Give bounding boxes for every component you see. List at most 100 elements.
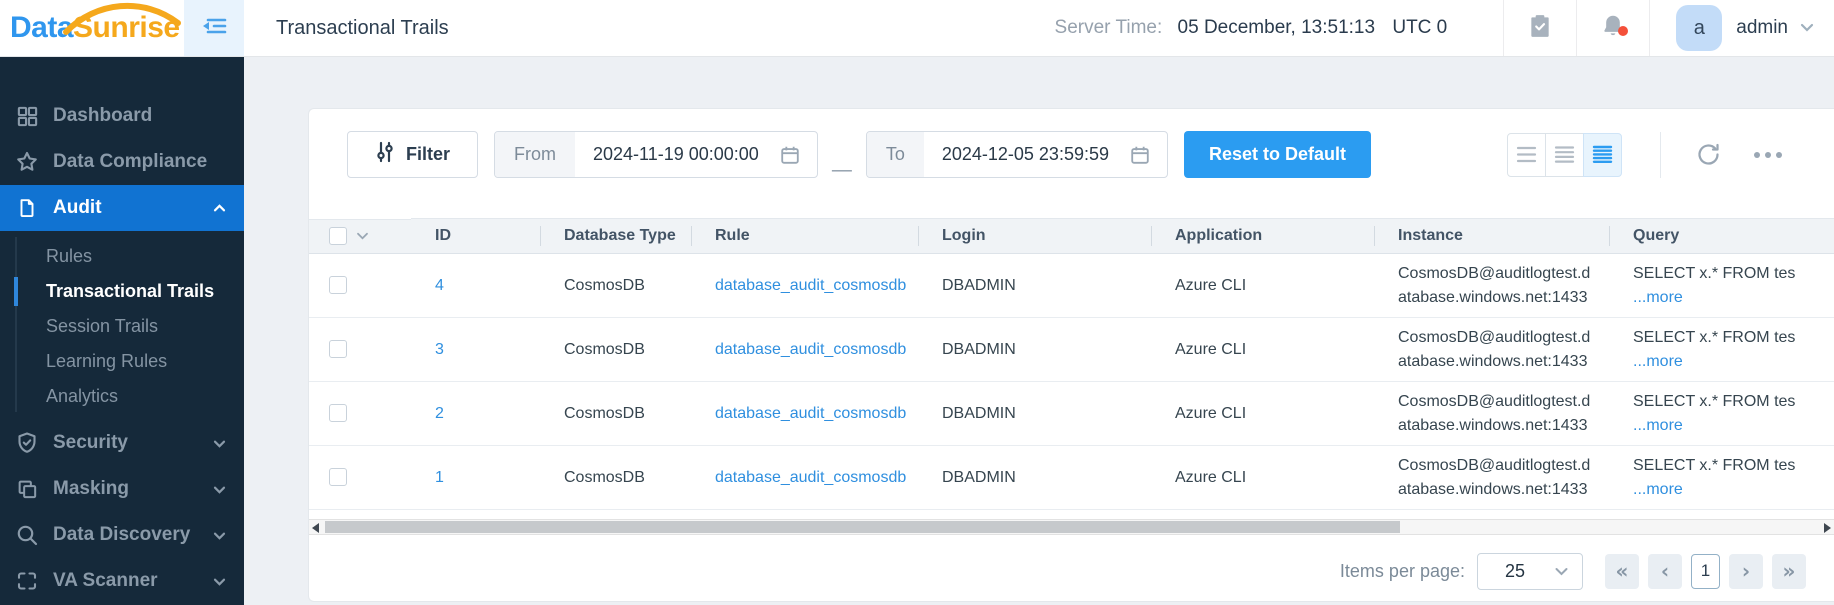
cell-database-type: CosmosDB [540, 381, 691, 446]
logo-text-data: Data [10, 11, 74, 44]
query-more-link[interactable]: ...more [1633, 353, 1683, 370]
select-all-checkbox[interactable] [329, 227, 347, 245]
items-per-page-label: Items per page: [1339, 560, 1465, 581]
calendar-icon[interactable] [779, 144, 801, 166]
scrollbar-thumb[interactable] [325, 521, 1401, 533]
reset-to-default-button[interactable]: Reset to Default [1184, 131, 1372, 178]
row-id-link[interactable]: 2 [435, 405, 444, 422]
first-page-button[interactable]: « [1605, 553, 1639, 589]
sidebar-item-transactional-trails[interactable]: Transactional Trails [0, 274, 244, 309]
cell-query: SELECT x.* FROM tes ...more [1609, 317, 1834, 382]
row-checkbox[interactable] [329, 468, 347, 487]
layers-icon [14, 476, 40, 502]
row-checkbox[interactable] [329, 340, 347, 359]
previous-page-button[interactable]: ‹ [1648, 553, 1682, 589]
sidebar-item-session-trails[interactable]: Session Trails [0, 309, 244, 344]
logo-text-sunrise: Sunrise [73, 11, 180, 44]
density-compact-button[interactable] [1583, 132, 1622, 177]
column-header-query[interactable]: Query [1609, 218, 1834, 254]
next-page-button[interactable]: › [1729, 553, 1763, 589]
rule-link[interactable]: database_audit_cosmosdb [715, 469, 906, 486]
column-header-rule[interactable]: Rule [691, 218, 918, 254]
rule-link[interactable]: database_audit_cosmosdb [715, 277, 906, 294]
items-per-page-select[interactable]: 25 [1477, 552, 1583, 590]
scan-icon [14, 568, 40, 594]
shield-icon [14, 430, 40, 456]
menu-fold-icon [199, 11, 229, 46]
sidebar-item-label: Masking [53, 478, 130, 499]
column-header-id[interactable]: ID [411, 218, 540, 254]
table-header-row: ID Database Type Rule Login Application … [309, 218, 1834, 254]
more-options-button[interactable] [1754, 151, 1782, 158]
notifications-button[interactable] [1577, 13, 1649, 44]
sub-item-label: Transactional Trails [46, 281, 215, 301]
sub-item-label: Rules [46, 246, 93, 266]
rule-link[interactable]: database_audit_cosmosdb [715, 341, 906, 358]
row-density-toggle [1507, 132, 1622, 177]
server-time-zone: UTC 0 [1392, 17, 1448, 38]
calendar-icon[interactable] [1129, 144, 1151, 166]
table-row: 3 CosmosDB database_audit_cosmosdb DBADM… [309, 317, 1834, 382]
sidebar-collapse-button[interactable] [184, 0, 244, 56]
density-loose-button[interactable] [1507, 132, 1546, 177]
column-header-instance[interactable]: Instance [1374, 218, 1609, 254]
horizontal-scrollbar[interactable] [309, 519, 1834, 535]
server-time: Server Time: 05 December, 13:51:13 UTC 0 [1055, 17, 1448, 39]
tasks-button[interactable] [1504, 13, 1576, 44]
sidebar-item-label: Dashboard [53, 105, 153, 126]
row-id-link[interactable]: 4 [435, 277, 444, 294]
sidebar: Dashboard Data Compliance Audit Rules Tr… [0, 57, 244, 605]
scroll-left-arrow[interactable] [312, 523, 319, 533]
sidebar-item-rules[interactable]: Rules [0, 239, 244, 274]
notification-badge [1618, 25, 1629, 36]
sidebar-item-data-compliance[interactable]: Data Compliance [0, 139, 244, 185]
cell-application: Azure CLI [1151, 317, 1374, 382]
pagination: Items per page: 25 « ‹ 1 › » [309, 535, 1834, 601]
column-header-login[interactable]: Login [918, 218, 1151, 254]
cell-database-type: CosmosDB [540, 317, 691, 382]
current-page-button[interactable]: 1 [1691, 553, 1720, 589]
sidebar-item-va-scanner[interactable]: VA Scanner [0, 558, 244, 604]
chevron-down-icon[interactable] [356, 227, 369, 245]
chevron-down-icon [213, 531, 226, 540]
sidebar-item-audit[interactable]: Audit [0, 185, 244, 231]
date-from-field[interactable]: From 2024-11-19 00:00:00 [494, 131, 818, 178]
cell-database-type: CosmosDB [540, 445, 691, 510]
row-id-link[interactable]: 1 [435, 469, 444, 486]
cell-login: DBADMIN [918, 317, 1151, 382]
row-checkbox[interactable] [329, 276, 347, 295]
sidebar-item-label: Security [53, 432, 128, 453]
sidebar-item-data-discovery[interactable]: Data Discovery [0, 512, 244, 558]
user-menu[interactable]: a admin [1650, 5, 1834, 51]
rule-link[interactable]: database_audit_cosmosdb [715, 405, 906, 422]
sidebar-item-learning-rules[interactable]: Learning Rules [0, 344, 244, 379]
filter-button[interactable]: Filter [347, 131, 479, 178]
query-more-link[interactable]: ...more [1633, 289, 1683, 306]
query-more-link[interactable]: ...more [1633, 417, 1683, 434]
logo[interactable]: DataSunrise [0, 0, 184, 56]
row-id-link[interactable]: 3 [435, 341, 444, 358]
query-more-link[interactable]: ...more [1633, 481, 1683, 498]
search-icon [14, 522, 40, 548]
density-medium-button[interactable] [1545, 132, 1584, 177]
cell-instance: CosmosDB@auditlogtest.database.windows.n… [1374, 253, 1609, 318]
sidebar-item-dashboard[interactable]: Dashboard [0, 93, 244, 139]
date-to-field[interactable]: To 2024-12-05 23:59:59 [865, 131, 1168, 178]
sidebar-item-security[interactable]: Security [0, 420, 244, 466]
last-page-button[interactable]: » [1772, 553, 1806, 589]
sidebar-item-analytics[interactable]: Analytics [0, 379, 244, 414]
table-row: 2 CosmosDB database_audit_cosmosdb DBADM… [309, 381, 1834, 446]
scroll-right-arrow[interactable] [1824, 523, 1831, 533]
row-checkbox[interactable] [329, 404, 347, 423]
divider [1660, 131, 1661, 178]
audit-submenu: Rules Transactional Trails Session Trail… [0, 231, 244, 420]
avatar: a [1676, 5, 1723, 51]
sidebar-item-masking[interactable]: Masking [0, 466, 244, 512]
query-text: SELECT x.* FROM tes [1633, 392, 1796, 410]
cell-query: SELECT x.* FROM tes ...more [1609, 253, 1834, 318]
column-header-database-type[interactable]: Database Type [540, 218, 691, 254]
sub-item-label: Session Trails [46, 316, 159, 336]
column-header-application[interactable]: Application [1151, 218, 1374, 254]
refresh-button[interactable] [1695, 141, 1722, 168]
sidebar-item-label: Data Compliance [53, 151, 208, 172]
